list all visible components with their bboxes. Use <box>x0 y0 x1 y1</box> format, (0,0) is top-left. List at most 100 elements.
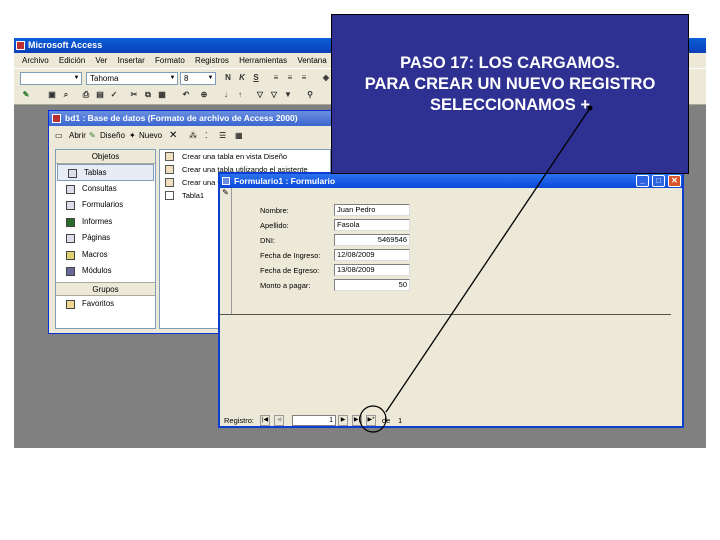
object-item-paginas[interactable]: Páginas <box>56 230 155 247</box>
maximize-button[interactable]: □ <box>652 175 665 187</box>
first-record-button[interactable]: |◀ <box>260 415 270 426</box>
list-item-label: Crear una tabla en vista Diseño <box>182 152 288 161</box>
table-icon <box>68 169 77 178</box>
field-label: Nombre: <box>260 206 289 215</box>
new-icon[interactable]: ✦ <box>129 127 136 145</box>
nombre-field[interactable]: Juan Pedro <box>334 204 410 216</box>
align-center-icon[interactable]: ≡ <box>284 72 296 84</box>
search-file-icon[interactable]: ⌕ <box>60 89 72 101</box>
list-item-label: Tabla1 <box>182 191 205 200</box>
list-view-icon[interactable]: ☰ <box>219 127 226 145</box>
design-button[interactable]: Diseño <box>100 127 125 145</box>
sort-ascending-icon[interactable]: ↓ <box>220 89 232 101</box>
open-icon[interactable]: ▭ <box>55 127 63 145</box>
italic-button[interactable]: K <box>236 72 248 84</box>
print-preview-icon[interactable]: ▤ <box>94 89 106 101</box>
font-size-combo[interactable]: 8 ▼ <box>180 72 216 85</box>
font-name-combo[interactable]: Tahoma ▼ <box>86 72 178 85</box>
object-item-macros[interactable]: Macros <box>56 247 155 264</box>
monto-field[interactable]: 50 <box>334 279 410 291</box>
groups-header[interactable]: Grupos <box>56 281 155 296</box>
object-combo[interactable]: ▼ <box>20 72 82 85</box>
fecha-egreso-field[interactable]: 13/08/2009 <box>334 264 410 276</box>
menu-ver[interactable]: Ver <box>95 53 107 68</box>
minimize-button[interactable]: _ <box>636 175 649 187</box>
menu-ventana[interactable]: Ventana <box>297 53 326 68</box>
record-total: 1 <box>398 416 403 425</box>
details-view-icon[interactable]: ▦ <box>235 127 243 145</box>
field-label: Apellido: <box>260 221 289 230</box>
object-item-modulos[interactable]: Módulos <box>56 263 155 280</box>
field-label: Fecha de Egreso: <box>260 266 320 275</box>
view-icon[interactable]: ✎ <box>20 89 32 101</box>
object-item-tablas[interactable]: Tablas <box>57 164 154 181</box>
large-icons-icon[interactable]: ⁂ <box>189 127 197 145</box>
object-label: Formularios <box>82 200 124 209</box>
save-icon[interactable]: ▣ <box>46 89 58 101</box>
font-size-value: 8 <box>184 74 189 83</box>
current-record-field[interactable]: 1 <box>292 415 336 426</box>
object-label: Páginas <box>82 233 111 242</box>
menu-edicion[interactable]: Edición <box>59 53 85 68</box>
small-icons-icon[interactable]: ⁚ <box>205 127 208 145</box>
page-icon <box>66 234 75 243</box>
of-label: de <box>382 416 391 425</box>
dni-field[interactable]: 5469546 <box>334 234 410 246</box>
database-title: bd1 : Base de datos (Formato de archivo … <box>65 113 298 123</box>
apply-filter-icon[interactable]: ▼ <box>282 89 294 101</box>
menu-archivo[interactable]: Archivo <box>22 53 49 68</box>
object-item-consultas[interactable]: Consultas <box>56 181 155 198</box>
apellido-field[interactable]: Fasola <box>334 219 410 231</box>
record-navigation-bar: Registro: |◀ ◀ 1 ▶ ▶| ▶* de 1 <box>220 414 682 428</box>
edit-pencil-icon: ✎ <box>222 188 229 197</box>
database-title-bar: bd1 : Base de datos (Formato de archivo … <box>49 111 337 126</box>
menu-registros[interactable]: Registros <box>195 53 229 68</box>
form-icon <box>222 177 230 185</box>
access-key-icon <box>16 41 25 50</box>
open-button[interactable]: Abrir <box>69 127 86 145</box>
database-toolbar: ▭ Abrir ✎ Diseño ✦ Nuevo ✕ ⁂ ⁚ ☰ ▦ <box>49 127 337 145</box>
cut-icon[interactable]: ✂ <box>128 89 140 101</box>
chevron-down-icon: ▼ <box>207 75 214 81</box>
print-icon[interactable]: ⎙ <box>80 89 92 101</box>
undo-icon[interactable]: ↶ <box>180 89 192 101</box>
object-label: Informes <box>82 216 113 226</box>
record-selector[interactable]: ✎ <box>220 188 232 314</box>
menu-insertar[interactable]: Insertar <box>118 53 145 68</box>
object-item-formularios[interactable]: Formularios <box>56 197 155 214</box>
previous-record-button[interactable]: ◀ <box>274 415 284 426</box>
object-label: Módulos <box>82 266 112 275</box>
spelling-icon[interactable]: ✓ <box>108 89 120 101</box>
filter-selection-icon[interactable]: ▽ <box>254 89 266 101</box>
design-icon[interactable]: ✎ <box>89 127 96 145</box>
list-item[interactable]: Crear una tabla en vista Diseño <box>160 150 330 163</box>
sort-descending-icon[interactable]: ↑ <box>234 89 246 101</box>
last-record-button[interactable]: ▶| <box>352 415 362 426</box>
macro-icon <box>66 250 75 260</box>
delete-icon[interactable]: ✕ <box>169 127 177 145</box>
menu-formato[interactable]: Formato <box>155 53 185 68</box>
record-label: Registro: <box>224 416 255 425</box>
find-icon[interactable]: ⚲ <box>304 89 316 101</box>
hyperlink-icon[interactable]: ⊕ <box>198 89 210 101</box>
align-left-icon[interactable]: ≡ <box>270 72 282 84</box>
group-item-favoritos[interactable]: Favoritos <box>56 296 155 313</box>
paste-icon[interactable]: ▦ <box>156 89 168 101</box>
menu-herramientas[interactable]: Herramientas <box>239 53 287 68</box>
align-right-icon[interactable]: ≡ <box>298 72 310 84</box>
new-button[interactable]: Nuevo <box>139 127 162 145</box>
objects-panel: Objetos Tablas Consultas Formularios Inf… <box>55 149 156 329</box>
favorites-folder-icon <box>66 299 75 309</box>
new-record-button[interactable]: ▶* <box>366 415 376 426</box>
objects-header[interactable]: Objetos <box>56 150 155 164</box>
underline-button[interactable]: S <box>250 72 262 84</box>
object-label: Tablas <box>84 168 107 177</box>
object-item-informes[interactable]: Informes <box>56 214 155 231</box>
module-icon <box>66 267 75 276</box>
filter-form-icon[interactable]: ▽ <box>268 89 280 101</box>
next-record-button[interactable]: ▶ <box>338 415 348 426</box>
close-button[interactable]: ✕ <box>668 175 681 187</box>
fecha-ingreso-field[interactable]: 12/08/2009 <box>334 249 410 261</box>
copy-icon[interactable]: ⧉ <box>142 89 154 101</box>
bold-button[interactable]: N <box>222 72 234 84</box>
